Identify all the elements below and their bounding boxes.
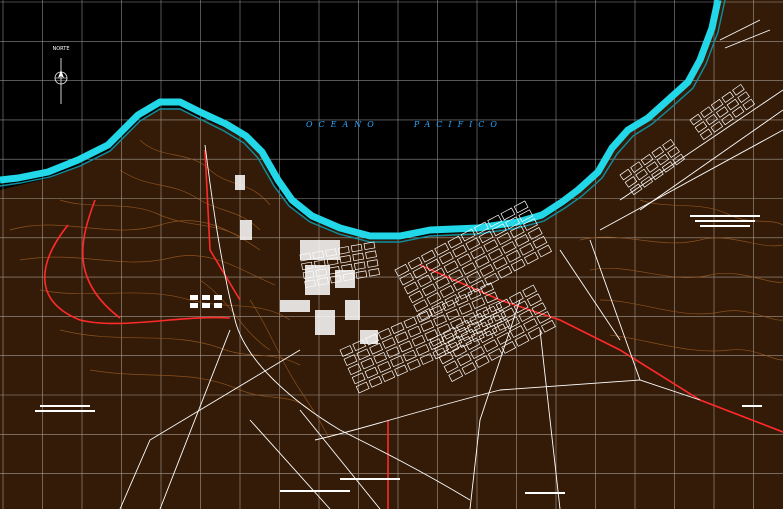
ocean-label-word2: PACIFICO [413, 120, 503, 129]
ocean-label-word1: OCEANO [306, 120, 380, 129]
north-arrow-icon [54, 58, 68, 104]
north-arrow: NORTE [50, 46, 72, 104]
cad-city-map [0, 0, 783, 509]
ocean-label: OCEANO PACIFICO [306, 120, 537, 129]
